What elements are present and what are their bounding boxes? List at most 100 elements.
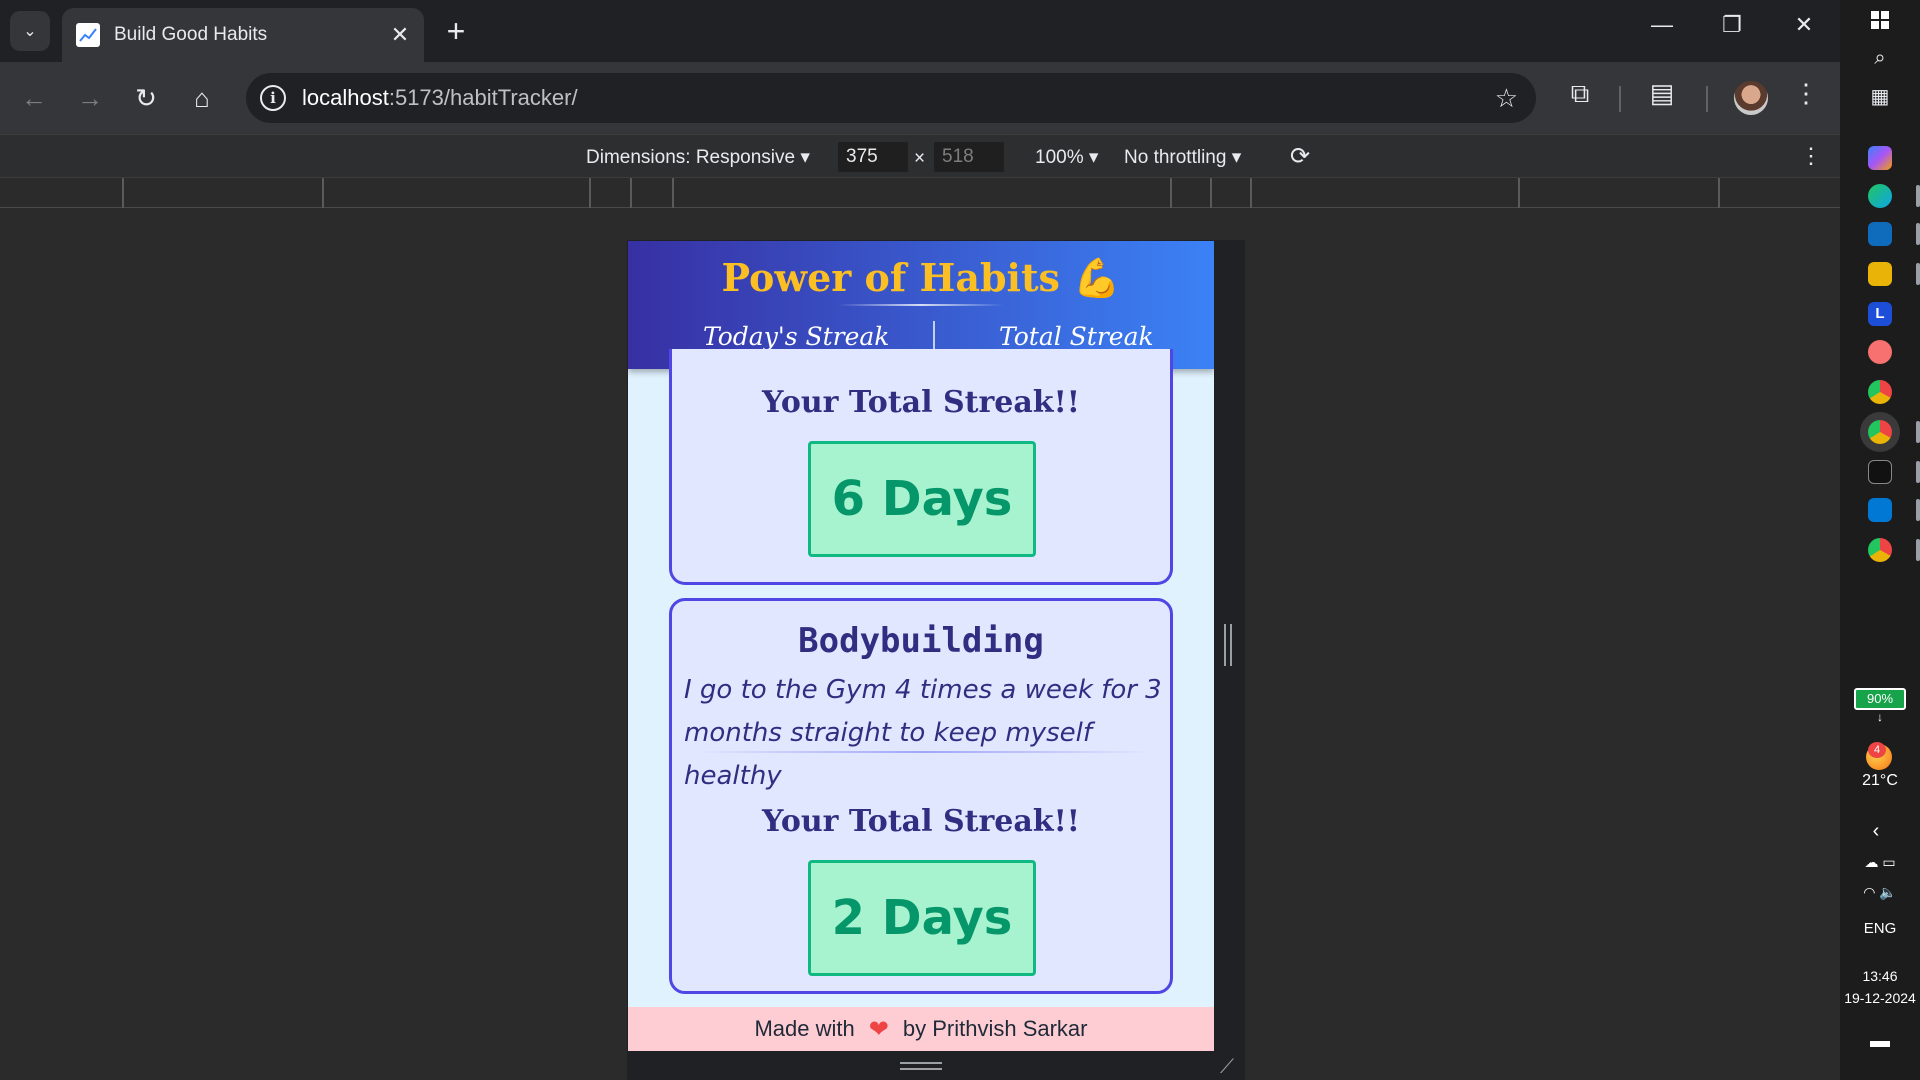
network-volume-icons[interactable]: ◠ 🔈 (1840, 884, 1920, 901)
url-host: localhost (302, 85, 389, 110)
tray-icons[interactable]: ☁ ▭ (1840, 854, 1920, 871)
habit-name: Bodybuilding (798, 621, 1044, 661)
streak-days-badge: 2 Days (808, 860, 1036, 976)
toolbar-separator (1619, 86, 1621, 112)
task-view-icon[interactable]: ▦ (1862, 78, 1898, 114)
reload-button[interactable]: ↻ (126, 78, 166, 118)
zoom-label: 100% (1035, 147, 1084, 168)
minimize-button[interactable]: — (1642, 12, 1682, 38)
height-input[interactable]: 518 (934, 142, 1004, 172)
running-indicator (1916, 263, 1920, 285)
app-icon[interactable] (1868, 340, 1892, 364)
chevron-down-icon: ⌄ (23, 23, 37, 40)
copilot-icon[interactable] (1868, 146, 1892, 170)
windows-taskbar: ⌕ ▦ L 90% ↓ 4 21°C ‹ ☁ ▭ ◠ 🔈 ENG 13:46 1… (1840, 0, 1920, 1080)
running-indicator (1916, 461, 1920, 483)
site-info-icon[interactable]: i (260, 85, 286, 111)
outlook-icon[interactable] (1868, 222, 1892, 246)
ruler-tick (630, 178, 632, 208)
screen: ⌄ Build Good Habits ✕ + — ❐ ✕ ← → ↻ ⌂ i … (0, 0, 1920, 1080)
chrome-active-icon[interactable] (1868, 420, 1892, 444)
running-indicator (1916, 421, 1920, 443)
width-input[interactable]: 375 (838, 142, 908, 172)
rotate-icon[interactable]: ⟳ (1290, 142, 1310, 171)
address-bar[interactable]: i localhost:5173/habitTracker/ ☆ (246, 73, 1536, 123)
profile-avatar[interactable] (1734, 81, 1768, 115)
more-menu-icon[interactable]: ⋮ (1786, 78, 1826, 109)
bookmark-star-icon[interactable]: ☆ (1495, 83, 1518, 114)
chart-trend-icon (76, 23, 100, 47)
chrome-icon[interactable] (1868, 380, 1892, 404)
dimensions-label: Dimensions: Responsive (586, 147, 796, 168)
corner-resize-icon[interactable]: ⟋ (1220, 1056, 1240, 1078)
browser-toolbar: ← → ↻ ⌂ i localhost:5173/habitTracker/ ☆… (0, 62, 1840, 134)
l-app-icon[interactable]: L (1868, 302, 1892, 326)
habit-description: I go to the Gym 4 times a week for 3 mon… (684, 675, 1162, 791)
heart-icon: ❤ (868, 1015, 889, 1043)
charging-icon: ↓ (1877, 710, 1883, 724)
notification-icon[interactable]: ▬ (1840, 1030, 1920, 1053)
clock-date[interactable]: 19-12-2024 (1840, 990, 1920, 1006)
throttling-label: No throttling (1124, 147, 1227, 168)
browser-tab[interactable]: Build Good Habits ✕ (62, 8, 424, 62)
home-button[interactable]: ⌂ (182, 78, 222, 118)
ruler-tick (322, 178, 324, 208)
streak-days-badge: 6 Days (808, 441, 1036, 557)
terminal-icon[interactable] (1868, 460, 1892, 484)
habit-card: Bodybuilding I go to the Gym 4 times a w… (669, 598, 1173, 994)
edge-icon[interactable] (1868, 184, 1892, 208)
nav-total-streak[interactable]: Total Streak (999, 322, 1154, 351)
emulated-viewport: Power of Habits 💪 Today's Streak Total S… (628, 241, 1214, 1051)
device-toolbar: Dimensions: Responsive ▾ 375 × 518 100% … (0, 134, 1840, 178)
throttling-dropdown[interactable]: No throttling ▾ (1124, 146, 1241, 169)
ruler-tick (1250, 178, 1252, 208)
streak-heading: Your Total Streak!! (762, 804, 1080, 839)
url-path: :5173/habitTracker/ (388, 85, 578, 110)
tab-title: Build Good Habits (114, 24, 268, 45)
description-divider (696, 751, 1152, 753)
ruler-tick (672, 178, 674, 208)
running-indicator (1916, 223, 1920, 245)
device-more-icon[interactable]: ⋮ (1800, 143, 1822, 169)
tab-search-button[interactable]: ⌄ (10, 11, 50, 51)
clock-time[interactable]: 13:46 (1840, 968, 1920, 984)
habit-card: Your Total Streak!! 6 Days (669, 349, 1173, 585)
title-underline (838, 304, 1004, 306)
running-indicator (1916, 185, 1920, 207)
times-symbol: × (914, 148, 926, 169)
weather-badge: 4 (1868, 742, 1886, 758)
back-button[interactable]: ← (14, 78, 54, 118)
height-resize-handle[interactable] (900, 1062, 942, 1070)
ruler-tick (1718, 178, 1720, 208)
close-window-button[interactable]: ✕ (1784, 12, 1824, 38)
zoom-dropdown[interactable]: 100% ▾ (1035, 146, 1098, 169)
app-title: Power of Habits 💪 (721, 255, 1121, 300)
width-resize-handle[interactable] (1224, 624, 1232, 666)
language-indicator[interactable]: ENG (1840, 920, 1920, 937)
toolbar-separator (1706, 86, 1708, 112)
extensions-icon[interactable]: ⧉ (1560, 78, 1600, 110)
chrome-icon[interactable] (1868, 538, 1892, 562)
ruler-tick (1170, 178, 1172, 208)
restore-button[interactable]: ❐ (1712, 12, 1752, 38)
battery-indicator[interactable]: 90% (1854, 688, 1906, 710)
app-footer: Made with ❤ by Prithvish Sarkar (628, 1007, 1214, 1051)
media-query-ruler[interactable] (0, 178, 1840, 208)
vscode-icon[interactable] (1868, 498, 1892, 522)
footer-prefix: Made with (754, 1016, 855, 1041)
chevron-left-icon[interactable]: ‹ (1836, 820, 1916, 843)
tab-strip: ⌄ Build Good Habits ✕ + — ❐ ✕ (0, 0, 1840, 62)
file-explorer-icon[interactable] (1868, 262, 1892, 286)
streak-heading: Your Total Streak!! (762, 385, 1080, 420)
reading-list-icon[interactable]: ▤ (1642, 78, 1682, 109)
forward-button[interactable]: → (70, 78, 110, 118)
dimensions-dropdown[interactable]: Dimensions: Responsive ▾ (586, 146, 810, 169)
close-icon[interactable]: ✕ (384, 22, 416, 48)
footer-suffix: by Prithvish Sarkar (902, 1016, 1088, 1041)
windows-start-icon[interactable] (1862, 2, 1898, 38)
running-indicator (1916, 539, 1920, 561)
ruler-tick (1210, 178, 1212, 208)
nav-todays-streak[interactable]: Today's Streak (703, 322, 889, 351)
new-tab-button[interactable]: + (440, 14, 472, 48)
search-icon[interactable]: ⌕ (1862, 40, 1898, 76)
